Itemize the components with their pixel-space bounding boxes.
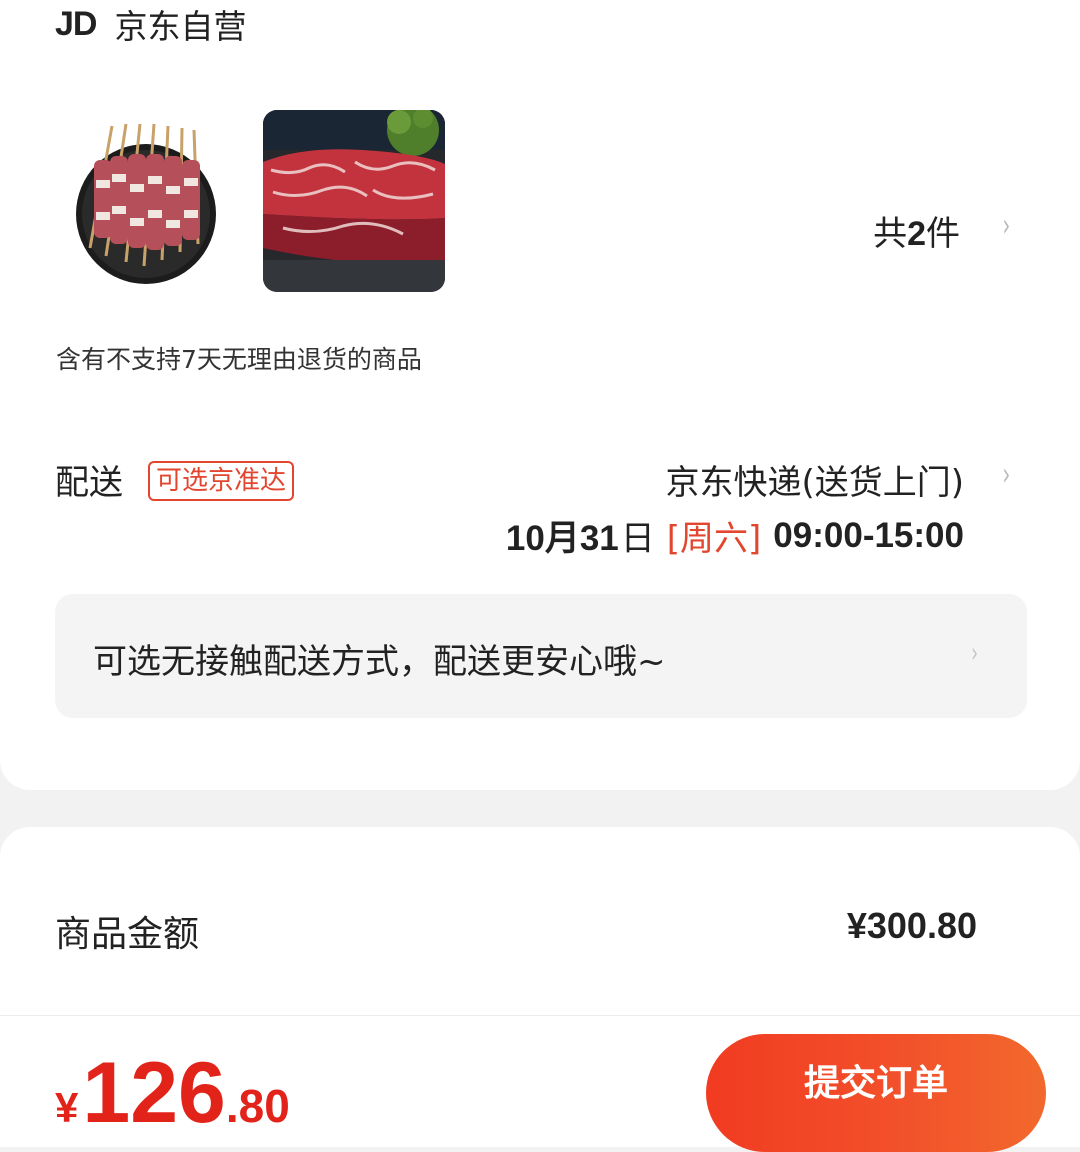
goods-amount-value: ¥300.80 [846,905,977,946]
chevron-right-icon: › [971,636,978,669]
delivery-weekday: [周六] [666,519,762,559]
delivery-hours: 09:00-15:00 [773,515,964,555]
item-count-prefix: 共 [873,214,908,254]
shop-header: JD 京东自营 [55,2,247,47]
goods-amount-label: 商品金额 [55,914,200,955]
chevron-right-icon[interactable]: › [1003,206,1011,244]
steak-photo-icon [263,110,445,292]
total-integer: 126 [82,1045,226,1141]
return-policy-note: 含有不支持7天无理由退货的商品 [56,345,422,374]
delivery-date: 10月31 [505,519,619,558]
delivery-date-suffix: 日 [620,519,655,559]
delivery-time-slot[interactable]: 10月31 日 [周六] 09:00-15:00 [506,510,964,561]
item-count[interactable]: 共2件 [873,206,960,255]
total-currency: ¥ [55,1084,79,1131]
product-thumbnail-steak[interactable] [263,110,445,292]
contactless-delivery-option[interactable]: 可选无接触配送方式，配送更安心哦~ › [55,594,1027,718]
total-price: ¥126.80 [55,1050,290,1136]
contactless-delivery-text: 可选无接触配送方式，配送更安心哦~ [93,642,666,682]
delivery-label: 配送 [55,463,123,503]
delivery-method[interactable]: 京东快递(送货上门) [665,455,964,504]
jd-logo-icon: JD [55,4,97,43]
skewers-photo-icon [60,110,242,292]
product-thumbnail-skewers[interactable] [60,110,242,292]
delivery-tag-badge: 可选京准达 [148,461,295,501]
item-count-number: 2 [907,215,926,253]
checkout-bar: ¥126.80 提交订单 [0,1015,1080,1152]
chevron-right-icon[interactable]: › [1003,455,1011,493]
shop-name: 京东自营 [114,7,247,46]
submit-order-button[interactable]: 提交订单 [706,1034,1046,1152]
total-decimal: .80 [225,1080,290,1132]
item-count-suffix: 件 [926,214,960,254]
